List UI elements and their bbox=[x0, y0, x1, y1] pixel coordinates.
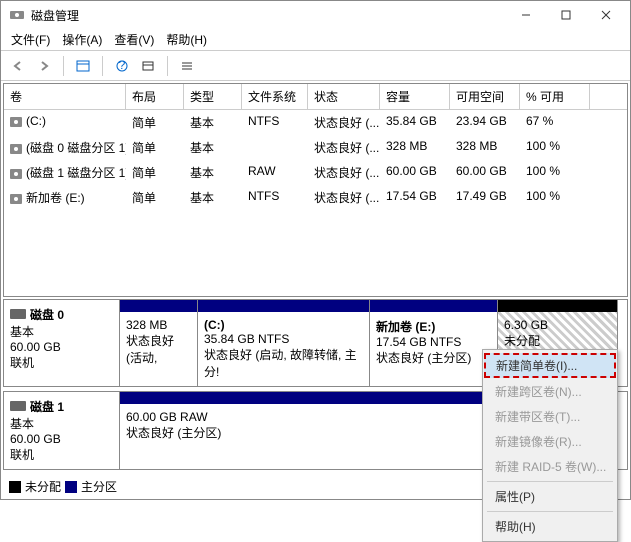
window-title: 磁盘管理 bbox=[31, 7, 506, 24]
swatch-unalloc bbox=[9, 481, 21, 493]
ctx-properties[interactable]: 属性(P) bbox=[483, 484, 617, 509]
toolbar: ? bbox=[1, 51, 630, 81]
partition[interactable]: 328 MB状态良好 (活动, bbox=[120, 300, 198, 386]
col-free[interactable]: 可用空间 bbox=[450, 84, 520, 109]
disk-icon bbox=[10, 309, 26, 319]
partition[interactable]: 新加卷 (E:)17.54 GB NTFS状态良好 (主分区) bbox=[370, 300, 498, 386]
partition[interactable]: (C:)35.84 GB NTFS状态良好 (启动, 故障转储, 主分! bbox=[198, 300, 370, 386]
help-button[interactable]: ? bbox=[111, 55, 133, 77]
legend-unalloc: 未分配 bbox=[25, 478, 61, 495]
menubar: 文件(F) 操作(A) 查看(V) 帮助(H) bbox=[1, 29, 630, 51]
volume-icon bbox=[10, 144, 22, 154]
disk-info: 磁盘 0基本60.00 GB联机 bbox=[4, 300, 120, 386]
legend-primary: 主分区 bbox=[81, 478, 117, 495]
view-button[interactable] bbox=[137, 55, 159, 77]
panel-button[interactable] bbox=[72, 55, 94, 77]
back-button[interactable] bbox=[7, 55, 29, 77]
col-capacity[interactable]: 容量 bbox=[380, 84, 450, 109]
ctx-help[interactable]: 帮助(H) bbox=[483, 514, 617, 539]
disk-icon bbox=[10, 401, 26, 411]
menu-view[interactable]: 查看(V) bbox=[108, 29, 160, 50]
disk-info: 磁盘 1基本60.00 GB联机 bbox=[4, 392, 120, 469]
ctx-item: 新建带区卷(T)... bbox=[483, 404, 617, 429]
ctx-item: 新建 RAID-5 卷(W)... bbox=[483, 454, 617, 479]
col-status[interactable]: 状态 bbox=[308, 84, 380, 109]
col-fs[interactable]: 文件系统 bbox=[242, 84, 308, 109]
col-volume[interactable]: 卷 bbox=[4, 84, 126, 109]
menu-help[interactable]: 帮助(H) bbox=[160, 29, 213, 50]
swatch-primary bbox=[65, 481, 77, 493]
col-pct[interactable]: % 可用 bbox=[520, 84, 590, 109]
close-button[interactable] bbox=[586, 2, 626, 28]
svg-text:?: ? bbox=[119, 59, 126, 72]
forward-button[interactable] bbox=[33, 55, 55, 77]
app-icon bbox=[9, 7, 25, 23]
table-row[interactable]: (C:)简单基本NTFS状态良好 (...35.84 GB23.94 GB67 … bbox=[4, 110, 627, 135]
volume-table: 卷 布局 类型 文件系统 状态 容量 可用空间 % 可用 (C:)简单基本NTF… bbox=[3, 83, 628, 297]
volume-icon bbox=[10, 194, 22, 204]
menu-action[interactable]: 操作(A) bbox=[56, 29, 108, 50]
ctx-item[interactable]: 新建简单卷(I)... bbox=[484, 353, 616, 378]
volume-icon bbox=[10, 117, 22, 127]
table-row[interactable]: 新加卷 (E:)简单基本NTFS状态良好 (...17.54 GB17.49 G… bbox=[4, 185, 627, 210]
minimize-button[interactable] bbox=[506, 2, 546, 28]
maximize-button[interactable] bbox=[546, 2, 586, 28]
col-type[interactable]: 类型 bbox=[184, 84, 242, 109]
menu-file[interactable]: 文件(F) bbox=[5, 29, 56, 50]
titlebar: 磁盘管理 bbox=[1, 1, 630, 29]
list-button[interactable] bbox=[176, 55, 198, 77]
table-row[interactable]: (磁盘 1 磁盘分区 1)简单基本RAW状态良好 (...60.00 GB60.… bbox=[4, 160, 627, 185]
volume-icon bbox=[10, 169, 22, 179]
col-layout[interactable]: 布局 bbox=[126, 84, 184, 109]
ctx-item: 新建镜像卷(R)... bbox=[483, 429, 617, 454]
table-row[interactable]: (磁盘 0 磁盘分区 1)简单基本状态良好 (...328 MB328 MB10… bbox=[4, 135, 627, 160]
table-header: 卷 布局 类型 文件系统 状态 容量 可用空间 % 可用 bbox=[4, 84, 627, 110]
context-menu: 新建简单卷(I)...新建跨区卷(N)...新建带区卷(T)...新建镜像卷(R… bbox=[482, 349, 618, 542]
ctx-item: 新建跨区卷(N)... bbox=[483, 379, 617, 404]
table-body: (C:)简单基本NTFS状态良好 (...35.84 GB23.94 GB67 … bbox=[4, 110, 627, 296]
